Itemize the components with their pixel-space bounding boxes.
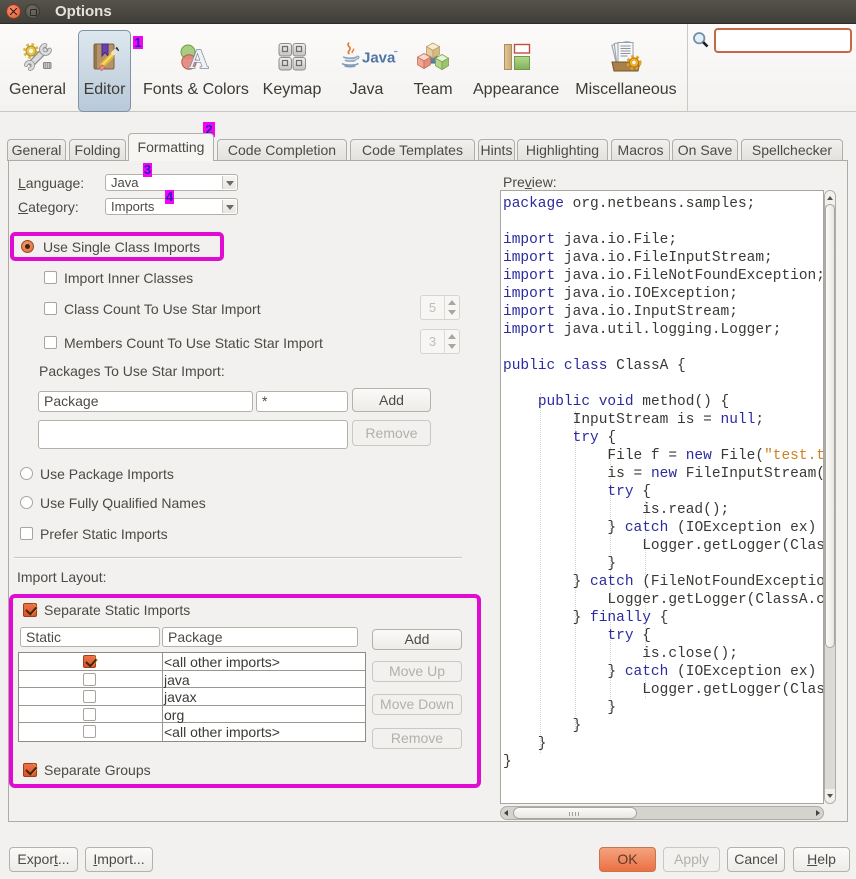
svg-text:Java: Java bbox=[362, 50, 396, 67]
svg-text:A: A bbox=[189, 44, 209, 73]
